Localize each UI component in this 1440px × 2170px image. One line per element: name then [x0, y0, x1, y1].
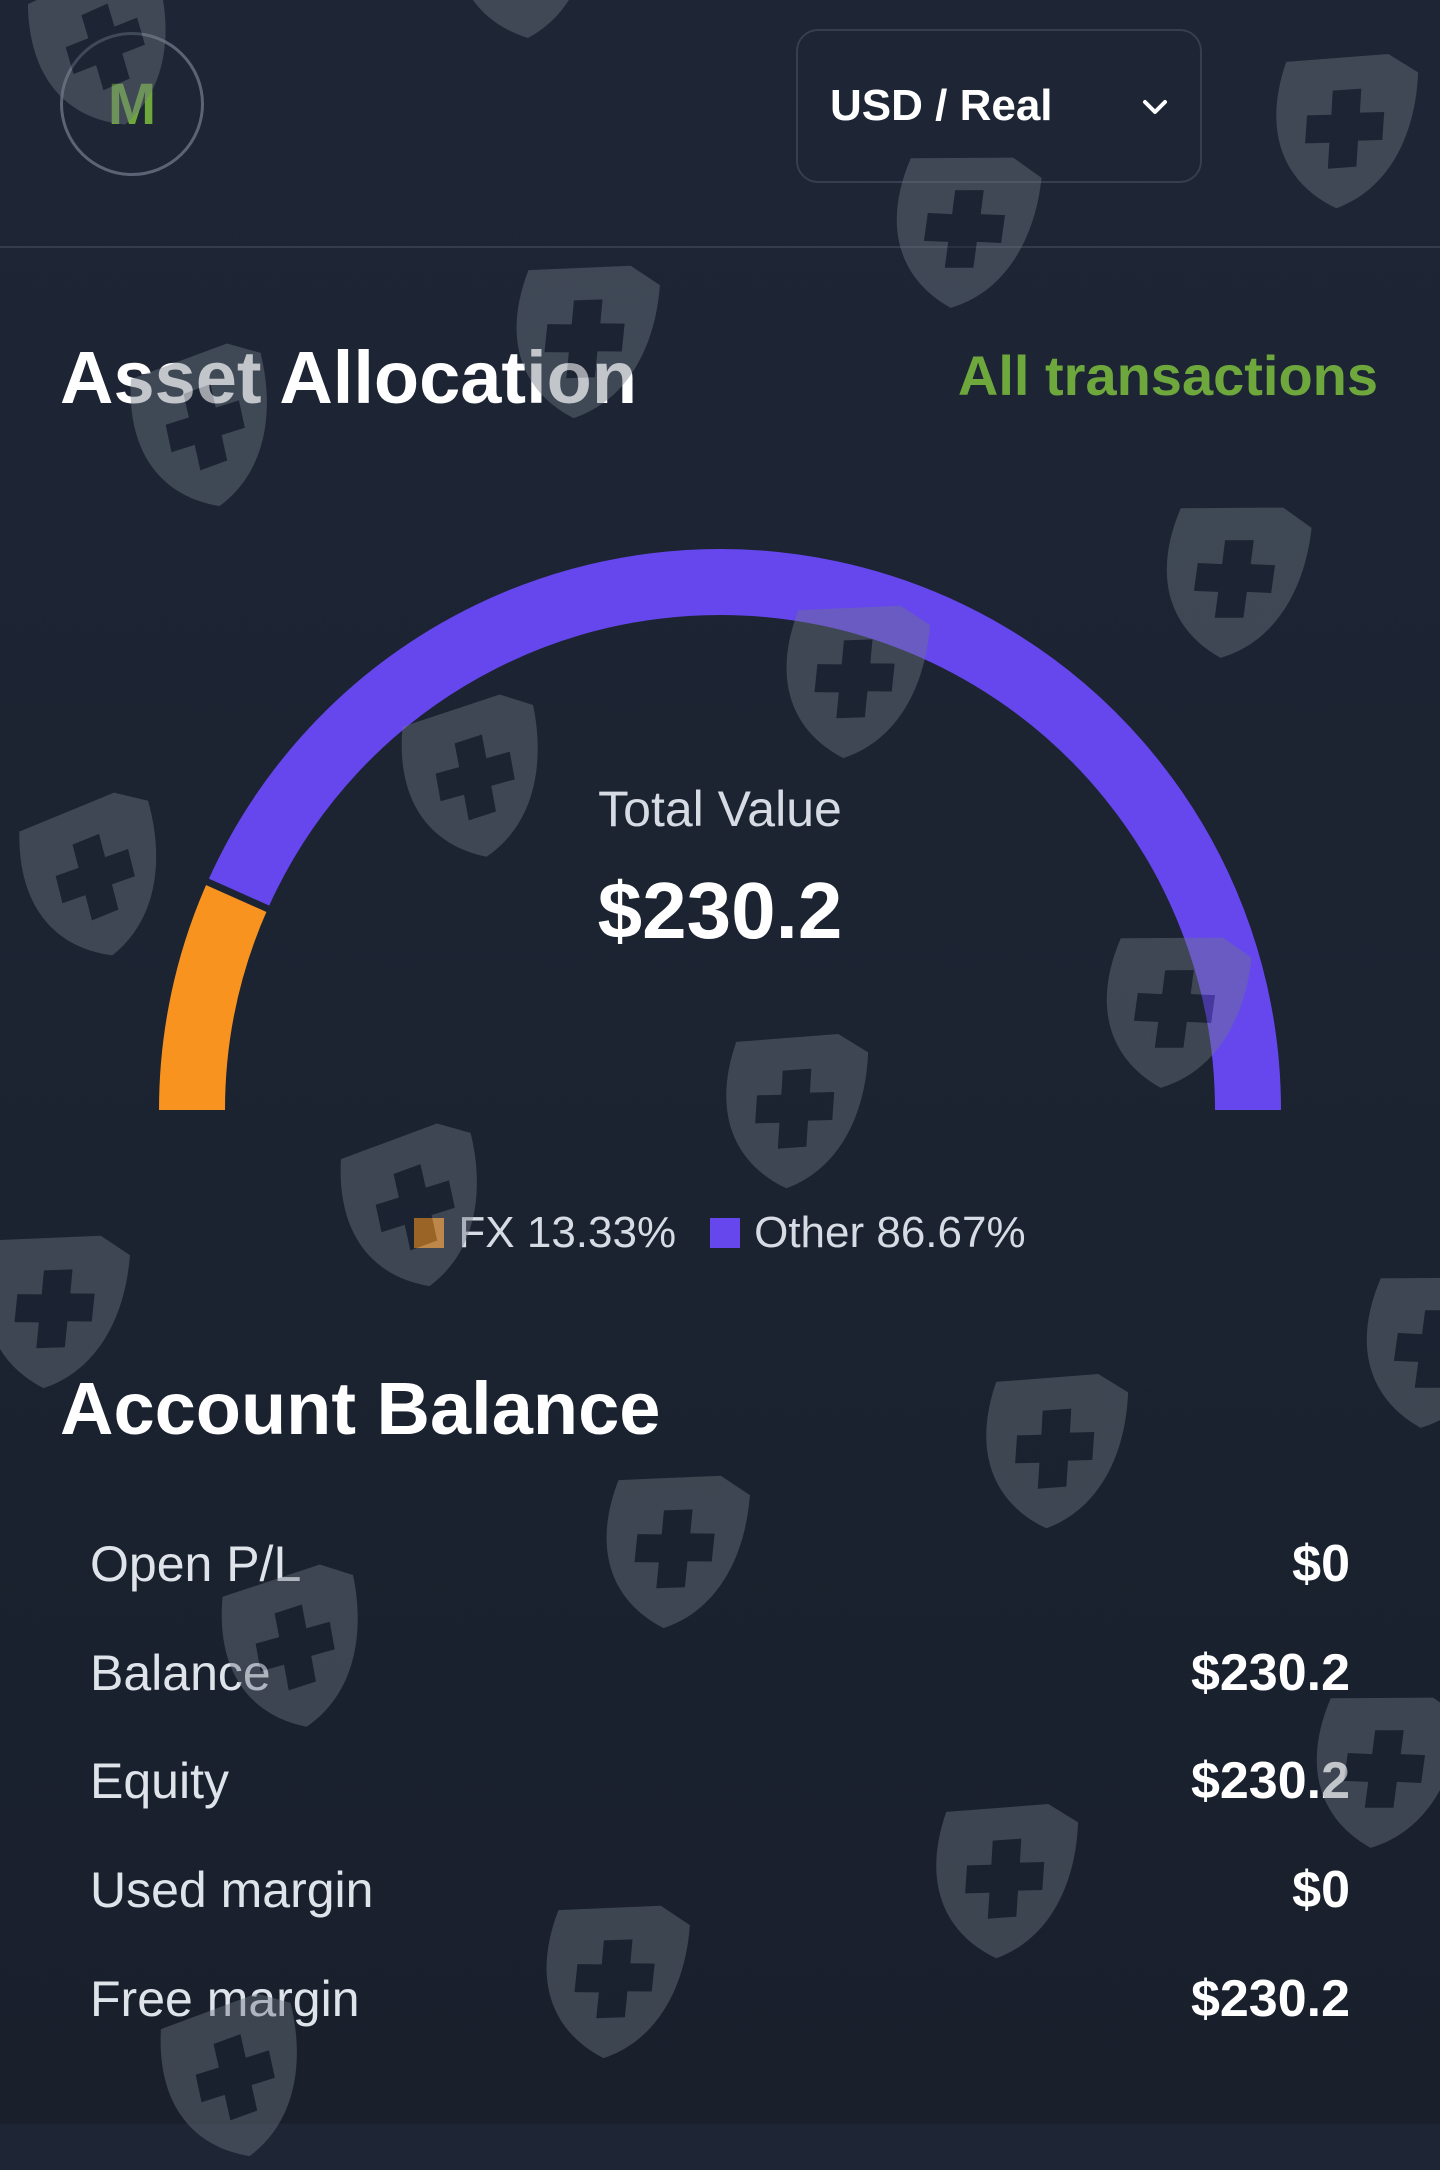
balance-row-equity: Equity $230.2 [90, 1741, 1350, 1821]
all-transactions-link[interactable]: All transactions [958, 343, 1378, 408]
top-bar: M USD / Real [0, 0, 1440, 248]
total-value-amount: $230.2 [597, 866, 843, 955]
balance-label: Equity [90, 1753, 229, 1809]
account-balance-title: Account Balance [60, 1367, 661, 1450]
balance-row-free-margin: Free margin $230.2 [90, 1959, 1350, 2039]
legend-swatch-other [710, 1218, 741, 1248]
balance-label: Used margin [90, 1862, 374, 1918]
balance-value: $230.2 [1190, 1644, 1350, 1702]
avatar[interactable]: M [60, 32, 204, 176]
legend-item-other: Other 86.67% [710, 1208, 1026, 1258]
legend-swatch-fx [414, 1218, 445, 1248]
chevron-down-icon [1143, 100, 1167, 114]
balance-row-open-pl: Open P/L $0 [90, 1524, 1350, 1604]
balance-value: $230.2 [1190, 1752, 1350, 1810]
legend-label-fx: FX 13.33% [458, 1208, 677, 1257]
balance-row-balance: Balance $230.2 [90, 1633, 1350, 1713]
chart-legend: FX 13.33% Other 86.67% [0, 1208, 1440, 1258]
avatar-letter: M [107, 71, 157, 137]
legend-label-other: Other 86.67% [754, 1208, 1026, 1257]
account-currency-select[interactable]: USD / Real [796, 29, 1202, 183]
gauge-segment-other [207, 549, 1281, 1111]
balance-label: Balance [90, 1645, 271, 1701]
balance-label: Free margin [90, 1971, 360, 2027]
balance-value: $0 [1292, 1535, 1350, 1593]
legend-item-fx: FX 13.33% [414, 1208, 676, 1258]
shield-plus-icon [1334, 1245, 1440, 1445]
balance-row-used-margin: Used margin $0 [90, 1850, 1350, 1930]
shield-plus-icon [959, 1350, 1141, 1541]
total-value-label: Total Value [598, 781, 842, 837]
balance-value: $0 [1292, 1861, 1350, 1919]
account-currency-value: USD / Real [830, 81, 1053, 130]
balance-value: $230.2 [1190, 1970, 1350, 2028]
asset-allocation-title: Asset Allocation [60, 336, 638, 419]
balance-label: Open P/L [90, 1536, 302, 1592]
